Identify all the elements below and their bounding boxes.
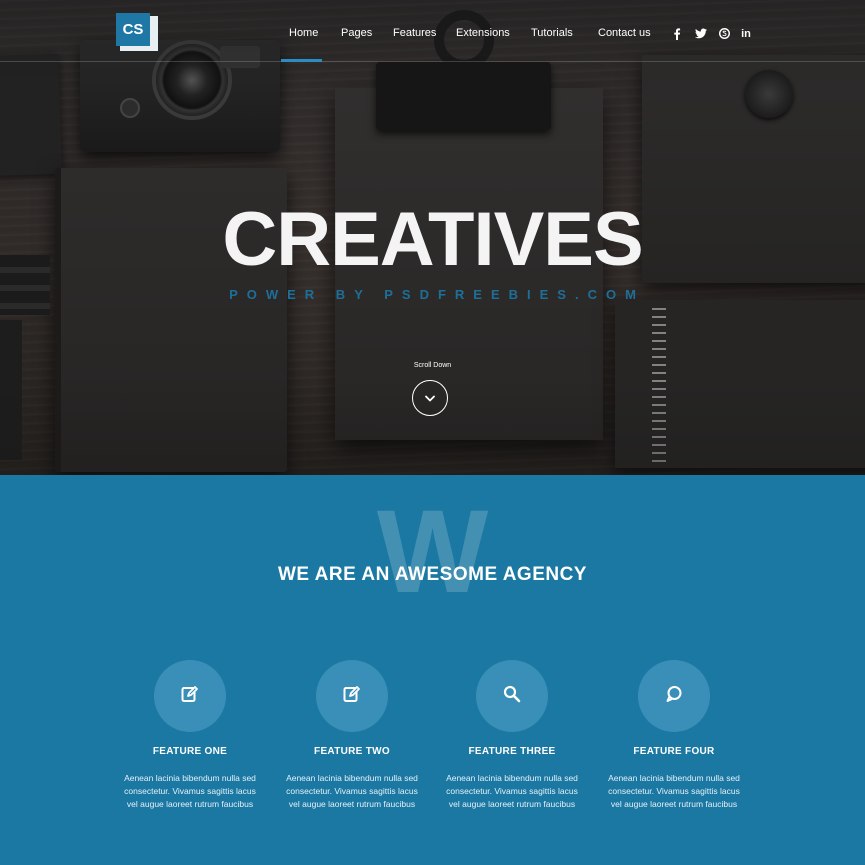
skype-icon[interactable] [717,28,731,41]
nav-item-home[interactable]: Home [289,27,318,39]
scroll-down-label: Scroll Down [413,362,452,369]
feature-desc-line: Aenean lacinia bibendum nulla sed [124,773,256,783]
feature-icon-circle [316,660,388,732]
feature-description: Aenean lacinia bibendum nulla sed consec… [599,772,749,811]
feature-card-three: FEATURE THREE Aenean lacinia bibendum nu… [437,660,587,811]
feature-card-four: FEATURE FOUR Aenean lacinia bibendum nul… [599,660,749,811]
agency-title: WE ARE AN AWESOME AGENCY [278,564,587,585]
hero-subtitle: POWER BY PSDFREEBIES.COM [229,287,645,302]
edit-icon [180,684,200,709]
feature-title: FEATURE TWO [314,746,390,757]
chevron-down-icon [425,389,435,407]
feature-desc-line: Aenean lacinia bibendum nulla sed [286,773,418,783]
feature-desc-line: vel augue laoreet rutrum faucibus [126,799,254,809]
feature-desc-line: consectetur. Vivamus sagittis lacus [446,786,578,796]
nav-item-contact-us[interactable]: Contact us [598,27,651,39]
feature-description: Aenean lacinia bibendum nulla sed consec… [277,772,427,811]
hero-section: CS Home Pages Features Extensions Tutori… [0,0,865,475]
feature-title: FEATURE ONE [152,746,228,757]
nav-item-tutorials[interactable]: Tutorials [531,27,573,39]
main-nav: Home Pages Features Extensions Tutorials… [0,27,865,43]
feature-icon-circle [638,660,710,732]
nav-item-extensions[interactable]: Extensions [456,27,510,39]
edit-icon [342,684,362,709]
chat-bubble-icon [664,684,684,709]
scroll-down-button[interactable] [412,380,448,416]
feature-desc-line: vel augue laoreet rutrum faucibus [288,799,416,809]
twitter-icon[interactable] [694,28,708,41]
nav-active-indicator [281,59,322,62]
nav-item-pages[interactable]: Pages [341,27,372,39]
feature-card-one: FEATURE ONE Aenean lacinia bibendum null… [115,660,265,811]
section-watermark: W [376,486,489,618]
feature-icon-circle [476,660,548,732]
hero-title: CREATIVES [222,197,643,282]
feature-description: Aenean lacinia bibendum nulla sed consec… [437,772,587,811]
feature-card-two: FEATURE TWO Aenean lacinia bibendum null… [277,660,427,811]
agency-section: W WE ARE AN AWESOME AGENCY FEATURE ONE A… [0,475,865,865]
feature-icon-circle [154,660,226,732]
nav-item-features[interactable]: Features [393,27,436,39]
navbar-divider [0,61,865,62]
feature-title: FEATURE THREE [468,746,556,757]
feature-desc-line: vel augue laoreet rutrum faucibus [448,799,576,809]
feature-desc-line: Aenean lacinia bibendum nulla sed [446,773,578,783]
feature-title: FEATURE FOUR [633,746,715,757]
feature-desc-line: consectetur. Vivamus sagittis lacus [286,786,418,796]
feature-desc-line: Aenean lacinia bibendum nulla sed [608,773,740,783]
feature-desc-line: vel augue laoreet rutrum faucibus [610,799,738,809]
facebook-icon[interactable] [670,28,684,41]
search-icon [502,684,522,709]
feature-description: Aenean lacinia bibendum nulla sed consec… [115,772,265,811]
feature-desc-line: consectetur. Vivamus sagittis lacus [608,786,740,796]
feature-desc-line: consectetur. Vivamus sagittis lacus [124,786,256,796]
linkedin-icon[interactable]: in [739,28,753,41]
